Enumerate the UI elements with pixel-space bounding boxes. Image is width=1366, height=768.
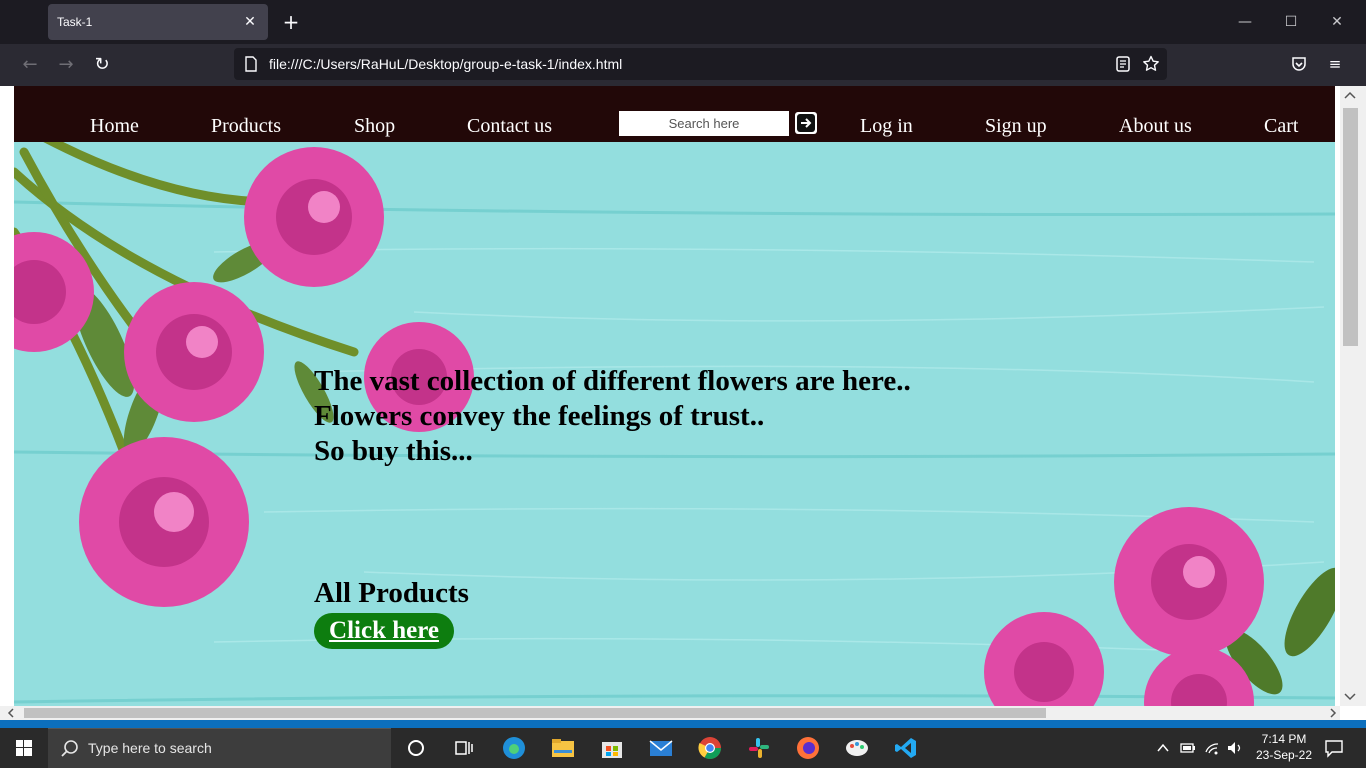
horizontal-scroll-thumb[interactable] [24,708,1046,718]
volume-icon[interactable] [1226,740,1244,756]
browser-toolbar: ← → ↻ file:///C:/Users/RaHuL/Desktop/gro… [0,44,1366,86]
nav-signup[interactable]: Sign up [985,114,1047,138]
new-tab-button[interactable]: + [280,10,302,34]
taskbar-search-box[interactable]: Type here to search [48,728,391,768]
vertical-scrollbar[interactable] [1340,86,1366,706]
vertical-scroll-thumb[interactable] [1343,108,1358,346]
close-tab-icon[interactable]: ✕ [240,12,260,32]
scroll-right-icon[interactable] [1326,706,1340,720]
slack-icon[interactable] [747,736,771,760]
url-bar[interactable]: file:///C:/Users/RaHuL/Desktop/group-e-t… [234,48,1167,80]
hero-line-1: The vast collection of different flowers… [314,365,911,397]
tray-chevron-up-icon[interactable] [1156,741,1170,755]
task-view-icon[interactable] [452,736,476,760]
scroll-up-icon[interactable] [1340,88,1360,102]
horizontal-scrollbar[interactable] [0,706,1340,720]
site-navigation: Home Products Shop Contact us Search her… [14,86,1335,142]
window-border-strip [0,720,1366,728]
click-here-label: Click here [329,617,439,644]
firefox-icon[interactable] [796,736,820,760]
all-products-heading: All Products [314,577,469,609]
paint-icon[interactable] [845,736,869,760]
forward-icon[interactable]: → [55,55,77,75]
notifications-icon[interactable] [1324,738,1344,758]
arrow-right-icon [801,118,812,128]
windows-start-icon[interactable] [0,728,48,768]
chrome-icon[interactable] [698,736,722,760]
web-page: Home Products Shop Contact us Search her… [14,86,1335,706]
hero-tagline: The vast collection of different flowers… [314,364,911,469]
close-window-icon[interactable]: ✕ [1326,12,1348,32]
nav-products[interactable]: Products [211,114,281,138]
page-viewport: Home Products Shop Contact us Search her… [0,86,1366,720]
nav-login[interactable]: Log in [860,114,913,138]
search-button[interactable] [795,112,817,134]
scroll-down-icon[interactable] [1340,690,1360,704]
reader-view-icon[interactable] [1114,55,1132,73]
click-here-button[interactable]: Click here [314,613,454,649]
clock-date: 23-Sep-22 [1255,748,1313,762]
nav-about[interactable]: About us [1119,114,1192,138]
bookmark-star-icon[interactable] [1142,55,1160,73]
wifi-icon[interactable] [1204,740,1220,756]
hero-line-2: Flowers convey the feelings of trust.. [314,400,765,432]
nav-home[interactable]: Home [90,114,139,138]
mail-icon[interactable] [649,736,673,760]
battery-icon[interactable] [1180,741,1196,755]
minimize-icon[interactable]: — [1234,12,1256,32]
browser-tab[interactable]: Task-1 ✕ [48,4,268,40]
app-menu-icon[interactable]: ≡ [1326,55,1344,73]
search-icon [61,740,78,757]
url-text: file:///C:/Users/RaHuL/Desktop/group-e-t… [269,56,623,72]
hero-line-3: So buy this... [314,435,473,467]
store-icon[interactable] [600,736,624,760]
file-icon [245,56,257,72]
back-icon[interactable]: ← [19,55,41,75]
windows-taskbar: Type here to search 7:14 PM 23-Sep-22 [0,728,1366,768]
reload-icon[interactable]: ↻ [91,55,113,75]
search-input[interactable]: Search here [619,111,789,136]
nav-cart[interactable]: Cart [1264,114,1298,138]
vscode-icon[interactable] [894,736,918,760]
pocket-icon[interactable] [1290,55,1308,73]
file-explorer-icon[interactable] [551,736,575,760]
taskbar-clock[interactable]: 7:14 PM 23-Sep-22 [1246,731,1322,763]
maximize-icon[interactable]: ☐ [1280,12,1302,32]
hero-banner: The vast collection of different flowers… [14,142,1335,706]
scroll-left-icon[interactable] [4,706,18,720]
edge-icon[interactable] [502,736,526,760]
tab-title: Task-1 [57,15,93,29]
taskbar-search-placeholder: Type here to search [88,740,212,756]
nav-contact[interactable]: Contact us [467,114,552,138]
nav-shop[interactable]: Shop [354,114,395,138]
browser-tab-strip: Task-1 ✕ + — ☐ ✕ [0,0,1366,44]
cortana-icon[interactable] [404,736,428,760]
clock-time: 7:14 PM [1261,732,1307,746]
